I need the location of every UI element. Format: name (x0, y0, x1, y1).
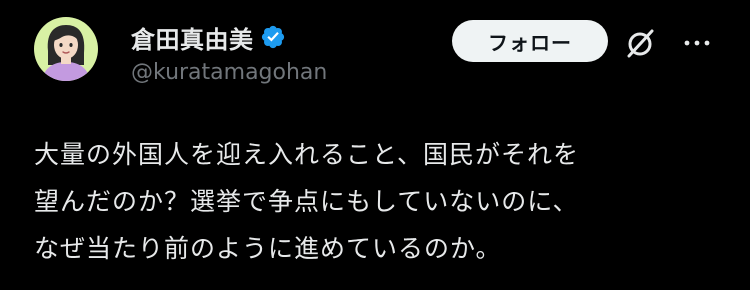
grok-slash-icon[interactable] (623, 26, 657, 60)
avatar-illustration (34, 17, 98, 81)
verified-badge-icon (261, 25, 284, 49)
post-text-line: 大量の外国人を迎え入れること、国民がそれを (34, 140, 580, 169)
post-card: 倉田真由美 @kuratamagohan フォロー 大量の外国人を迎え入れること… (0, 0, 750, 290)
author-handle[interactable]: @kuratamagohan (131, 60, 327, 85)
author-name-row: 倉田真由美 (131, 20, 286, 54)
more-horizontal-icon[interactable] (682, 28, 712, 58)
follow-button[interactable]: フォロー (452, 20, 608, 62)
author-display-name[interactable]: 倉田真由美 (131, 20, 254, 55)
post-text-line: なぜ当たり前のように進めているのか。 (34, 234, 502, 263)
post-text-line: 望んだのか？選挙で争点にもしていないのに、 (34, 187, 579, 216)
avatar[interactable] (34, 17, 98, 81)
post-text: 大量の外国人を迎え入れること、国民がそれを 望んだのか？選挙で争点にもしていない… (34, 131, 724, 272)
